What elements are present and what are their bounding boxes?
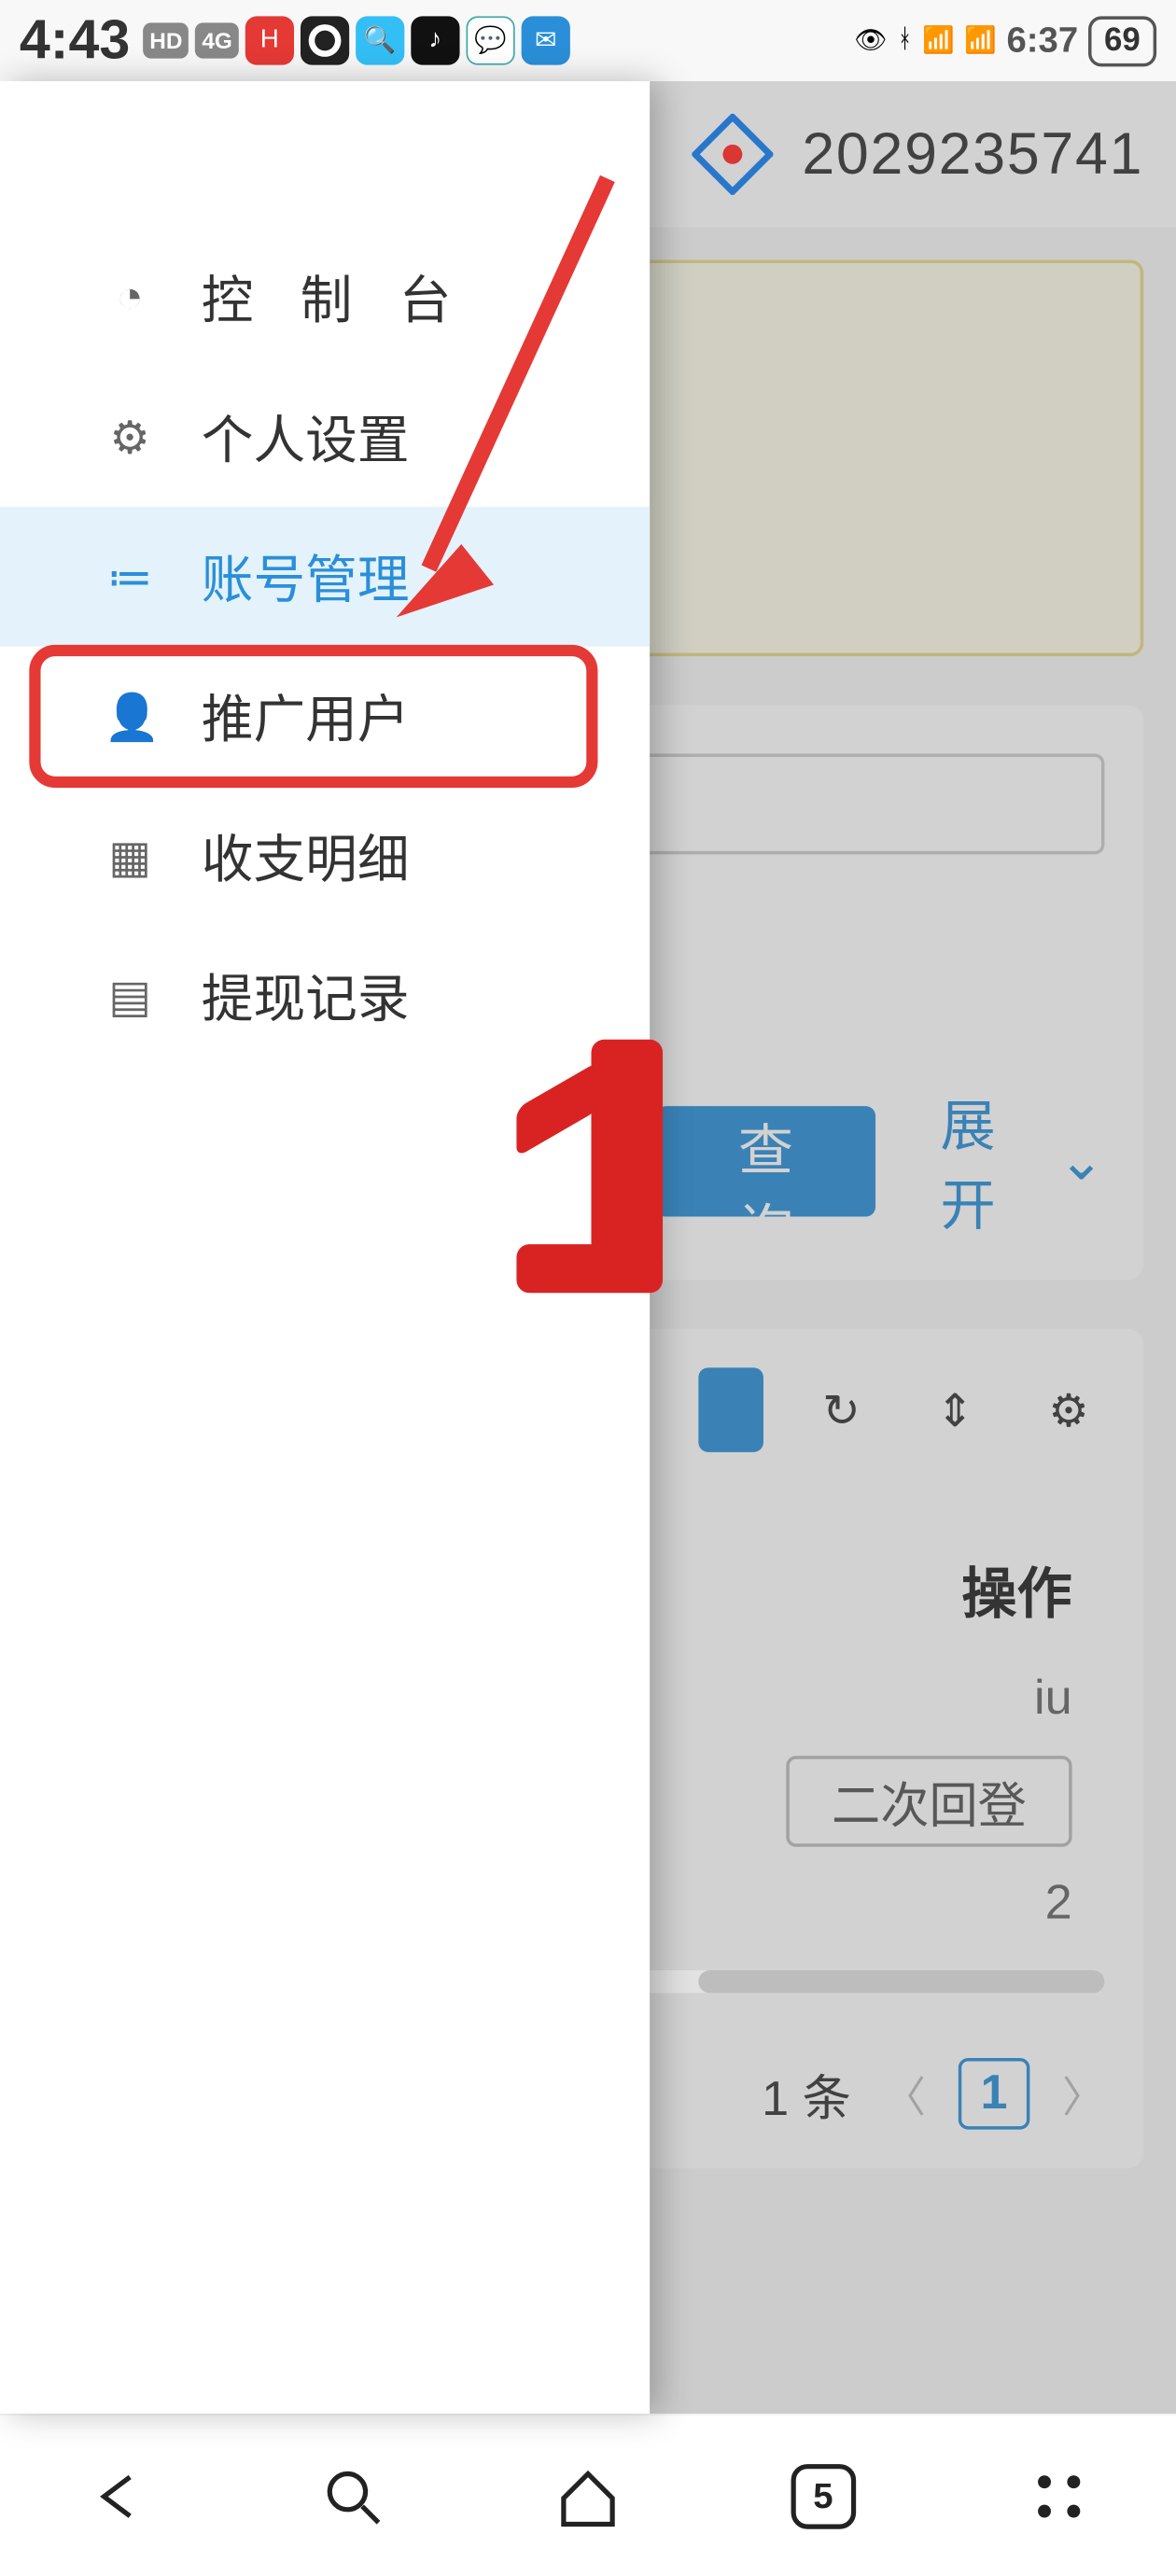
menu-account-manage[interactable]: ≔ 账号管理 <box>0 507 650 647</box>
app-icon-tiktok: ♪ <box>411 16 459 64</box>
app-icon-message: ✉ <box>522 16 570 64</box>
chevron-down-icon: ⌄ <box>1058 1129 1105 1195</box>
user-icon: 👤 <box>104 690 156 743</box>
list-icon: ≔ <box>104 550 156 603</box>
page-number[interactable]: 1 <box>959 2058 1030 2130</box>
menu-promo-users[interactable]: 👤 推广用户 <box>0 647 650 787</box>
signal-icon: 📶 <box>922 24 955 57</box>
pagination-total: 1 条 <box>762 2058 851 2130</box>
home-icon[interactable] <box>549 2457 627 2535</box>
column-height-icon[interactable]: ⇕ <box>919 1374 991 1446</box>
menu-label: 个人设置 <box>202 399 410 474</box>
menu-transactions[interactable]: ▦ 收支明细 <box>0 786 650 926</box>
expand-label: 展开 <box>941 1082 1045 1241</box>
menu-label: 提现记录 <box>202 959 410 1033</box>
gear-icon: ⚙ <box>104 410 156 463</box>
browser-bottom-nav: 5 <box>0 2414 1176 2576</box>
expand-button[interactable]: 展开 ⌄ <box>941 1082 1105 1241</box>
menu-label: 账号管理 <box>202 539 410 614</box>
secondary-time: 6:37 <box>1006 20 1078 62</box>
menu-withdraw-log[interactable]: ▤ 提现记录 <box>0 926 650 1066</box>
hd-badge: HD <box>143 22 189 58</box>
tabs-count: 5 <box>791 2463 856 2528</box>
menu-label: 推广用户 <box>202 679 410 753</box>
settings-icon[interactable]: ⚙ <box>1033 1374 1105 1446</box>
network-badge: 4G <box>195 22 238 58</box>
menu-label: 收支明细 <box>202 819 410 893</box>
side-drawer: ◔ 控 制 台 ⚙ 个人设置 ≔ 账号管理 👤 推广用户 ▦ 收支明细 ▤ 提现… <box>0 81 650 2414</box>
back-button[interactable] <box>78 2457 157 2535</box>
app-icon-chat: 💬 <box>466 16 514 64</box>
menu-dots-icon[interactable] <box>1019 2457 1098 2535</box>
clock-time: 4:43 <box>20 9 130 73</box>
bluetooth-icon: ᚼ <box>897 26 913 55</box>
refresh-icon[interactable]: ↻ <box>805 1374 877 1446</box>
next-page-icon[interactable]: 〉 <box>1062 2064 1104 2123</box>
relogin-button[interactable]: 二次回登 <box>786 1756 1071 1846</box>
record-icon: ▤ <box>104 969 156 1022</box>
account-id: 2029235741 <box>802 120 1143 189</box>
calendar-icon: ▦ <box>104 829 156 882</box>
app-logo-icon <box>692 114 773 195</box>
dashboard-icon: ◔ <box>104 272 156 324</box>
menu-label: 控 制 台 <box>202 259 468 334</box>
prev-page-icon[interactable]: 〈 <box>884 2064 926 2123</box>
search-button[interactable]: 查 询 <box>656 1106 875 1216</box>
search-icon[interactable] <box>314 2457 392 2535</box>
primary-tool-button[interactable] <box>698 1367 763 1451</box>
app-icon-qq <box>301 16 349 64</box>
eye-icon: 👁 <box>854 24 887 57</box>
status-bar: 4:43 HD 4G H 🔍 ♪ 💬 ✉ 👁 ᚼ 📶 📶 6:37 69 <box>0 0 1176 81</box>
app-icon-huawei: H <box>245 16 294 64</box>
signal-icon-2: 📶 <box>964 24 997 57</box>
menu-personal-settings[interactable]: ⚙ 个人设置 <box>0 367 650 507</box>
app-icon-search: 🔍 <box>356 16 404 64</box>
menu-dashboard[interactable]: ◔ 控 制 台 <box>0 228 650 368</box>
tabs-button[interactable]: 5 <box>784 2457 862 2535</box>
battery-badge: 69 <box>1088 16 1157 66</box>
